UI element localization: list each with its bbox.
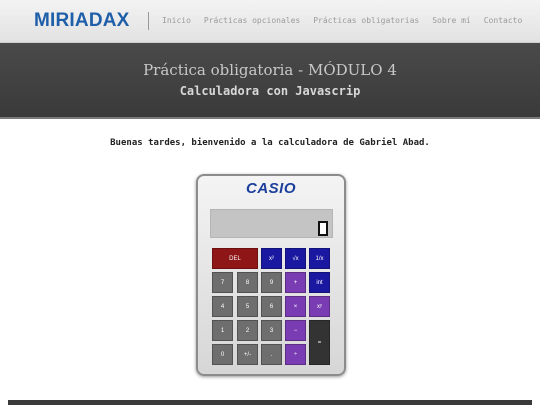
page-title: Práctica obligatoria - MÓDULO 4: [143, 61, 397, 79]
nav-link-inicio[interactable]: Inicio: [162, 16, 191, 25]
digit-2-button[interactable]: 2: [237, 320, 258, 341]
decimal-button[interactable]: .: [261, 344, 282, 365]
divide-button[interactable]: ÷: [285, 344, 306, 365]
minus-button[interactable]: −: [285, 320, 306, 341]
nav-link-sobre-mi[interactable]: Sobre mí: [432, 16, 471, 25]
del-button[interactable]: DEL: [212, 248, 258, 269]
nav-link-practicas-obligatorias[interactable]: Prácticas obligatorias: [313, 16, 419, 25]
int-button[interactable]: int: [309, 272, 330, 293]
page-banner: Práctica obligatoria - MÓDULO 4 Calculad…: [0, 43, 540, 117]
digit-3-button[interactable]: 3: [261, 320, 282, 341]
sqrt-button[interactable]: √x: [285, 248, 306, 269]
calculator-display: [210, 209, 333, 238]
sign-toggle-button[interactable]: +/-: [237, 344, 258, 365]
welcome-message: Buenas tardes, bienvenido a la calculado…: [110, 138, 430, 148]
nav-divider: [148, 12, 149, 30]
digit-8-button[interactable]: 8: [237, 272, 258, 293]
digit-5-button[interactable]: 5: [237, 296, 258, 317]
nav-links: Inicio Prácticas opcionales Prácticas ob…: [162, 16, 522, 25]
calculator: CASIO DEL x² √x 1/x 7 8 9 + int 4 5 6 × …: [196, 174, 346, 376]
nav-link-contacto[interactable]: Contacto: [484, 16, 523, 25]
digit-0-button[interactable]: 0: [212, 344, 233, 365]
inverse-button[interactable]: 1/x: [309, 248, 330, 269]
plus-button[interactable]: +: [285, 272, 306, 293]
logo[interactable]: MIRIADAX: [34, 10, 130, 32]
digit-6-button[interactable]: 6: [261, 296, 282, 317]
top-nav: MIRIADAX Inicio Prácticas opcionales Prá…: [0, 0, 540, 43]
brand-logo: CASIO: [245, 180, 296, 197]
banner-divider: [0, 117, 540, 119]
equals-button[interactable]: =: [309, 320, 330, 365]
square-button[interactable]: x²: [261, 248, 282, 269]
footer-bar: [8, 400, 532, 405]
multiply-button[interactable]: ×: [285, 296, 306, 317]
nav-link-practicas-opcionales[interactable]: Prácticas opcionales: [204, 16, 300, 25]
digit-7-button[interactable]: 7: [212, 272, 233, 293]
power-button[interactable]: xʸ: [309, 296, 330, 317]
page-subtitle: Calculadora con Javascrip: [179, 84, 361, 98]
cursor-icon: [318, 221, 328, 236]
digit-9-button[interactable]: 9: [261, 272, 282, 293]
digit-4-button[interactable]: 4: [212, 296, 233, 317]
digit-1-button[interactable]: 1: [212, 320, 233, 341]
